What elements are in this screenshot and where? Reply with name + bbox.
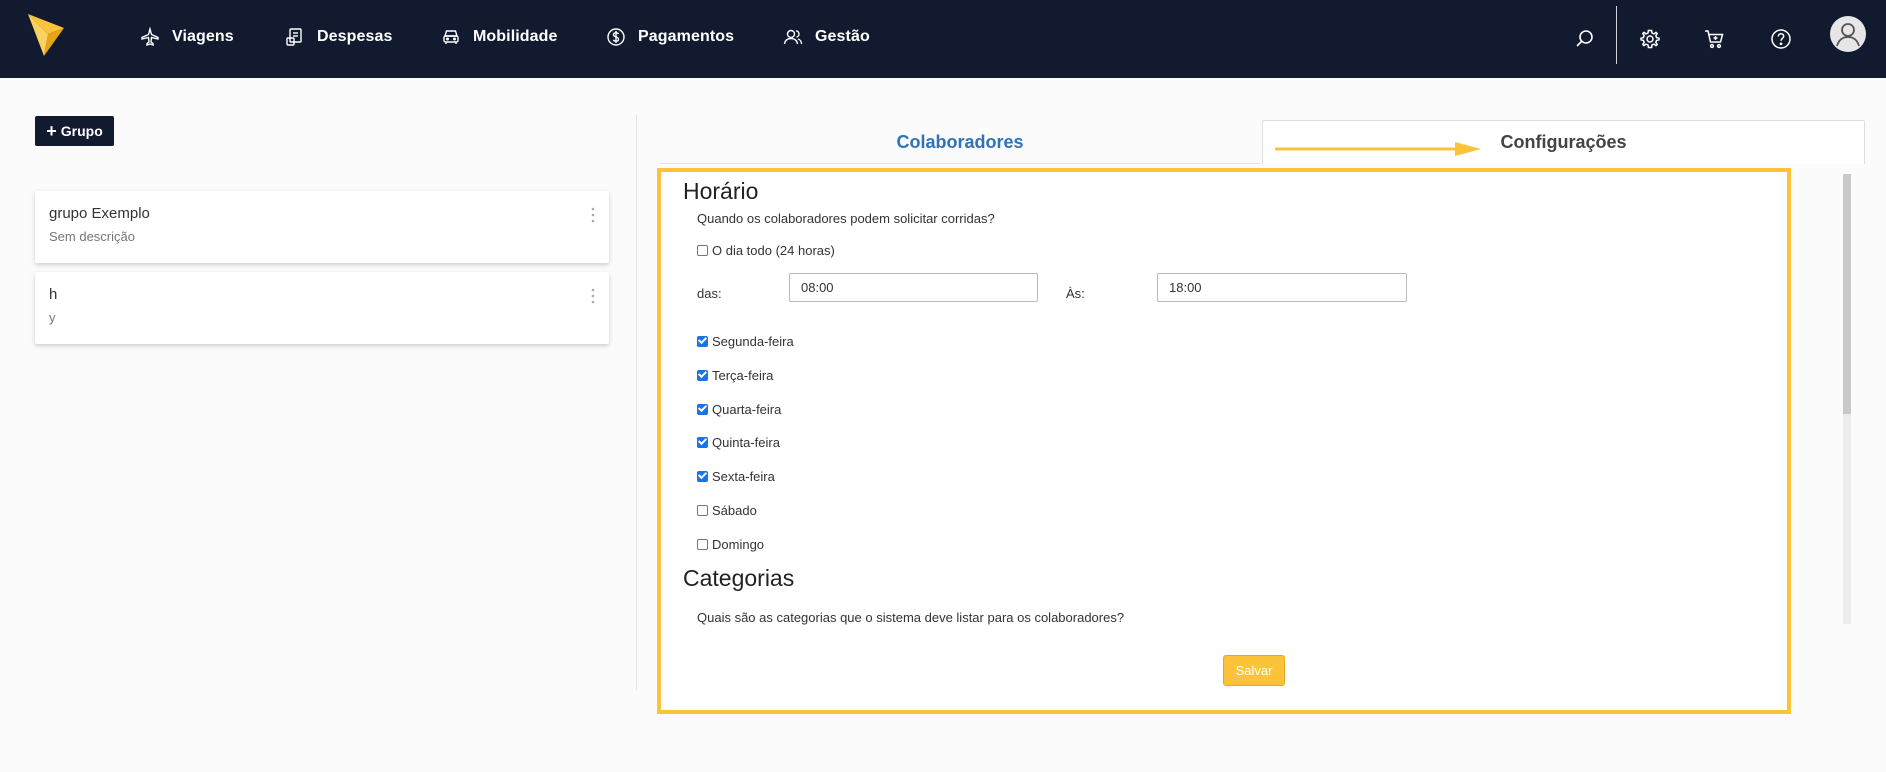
add-group-label: Grupo [60,123,103,139]
horario-question: Quando os colaboradores podem solicitar … [697,211,995,226]
day-label: Sexta-feira [712,468,775,484]
day-checkbox-row[interactable]: Domingo [697,535,764,553]
column-divider [636,115,637,690]
day-checkbox-row[interactable]: Quarta-feira [697,400,781,418]
airplane-icon [141,27,159,46]
all-day-checkbox-row[interactable]: O dia todo (24 horas) [697,241,835,259]
cart-icon [1705,30,1724,49]
all-day-label: O dia todo (24 horas) [712,242,835,258]
to-label: Às: [1066,286,1085,301]
day-label: Domingo [712,536,765,552]
cart-button[interactable] [1701,0,1727,78]
day-label: Quarta-feira [712,401,782,417]
all-day-checkbox[interactable] [697,244,708,256]
nav-item-label: Pagamentos [638,28,735,45]
search-button[interactable] [1572,0,1598,78]
checkbox-sabado[interactable] [697,504,708,516]
day-checkbox-row[interactable]: Terça-feira [697,366,773,384]
group-title: h [49,286,58,303]
checkbox-quinta[interactable] [697,436,708,448]
nav-item-label: Gestão [815,28,870,45]
nav-item-label: Viagens [172,28,234,45]
navbar-divider [1616,6,1617,64]
day-label: Terça-feira [712,367,774,383]
group-title: grupo Exemplo [49,205,150,222]
add-group-button[interactable]: + Grupo [35,116,114,146]
help-button[interactable] [1768,0,1794,78]
nav-item-mobilidade[interactable]: Mobilidade [441,22,558,52]
nav-item-label: Despesas [317,28,393,45]
group-description: Sem descrição [49,229,135,244]
plus-icon: + [46,121,57,141]
to-time-input[interactable]: 18:00 [1157,273,1407,302]
from-label: das: [697,286,722,301]
section-title-horario: Horário [683,178,759,204]
nav-item-label: Mobilidade [473,28,558,45]
receipt-icon [286,28,302,46]
brand-logo[interactable] [28,14,64,56]
users-icon [783,29,803,45]
section-title-categorias: Categorias [683,565,795,591]
checkbox-segunda[interactable] [697,335,708,347]
kebab-menu-icon[interactable] [591,288,595,304]
annotation-arrow [1275,142,1481,156]
nav-item-gestao[interactable]: Gestão [783,22,870,52]
day-label: Quinta-feira [712,434,780,450]
group-description: y [49,310,56,325]
save-button[interactable]: Salvar [1223,655,1285,686]
from-time-input[interactable]: 08:00 [789,273,1038,302]
tab-underline [660,163,1260,164]
group-card[interactable]: grupo Exemplo Sem descrição [35,191,609,263]
day-checkbox-row[interactable]: Segunda-feira [697,332,794,350]
nav-item-viagens[interactable]: Viagens [140,22,234,52]
day-checkbox-row[interactable]: Sábado [697,501,757,519]
day-checkbox-row[interactable]: Sexta-feira [697,467,775,485]
checkbox-quarta[interactable] [697,403,708,415]
day-checkbox-row[interactable]: Quinta-feira [697,433,780,451]
scrollbar-thumb[interactable] [1843,174,1851,414]
user-avatar-icon [1831,17,1865,51]
group-card[interactable]: h y [35,272,609,344]
nav-item-despesas[interactable]: Despesas [285,22,393,52]
day-label: Segunda-feira [712,333,794,349]
search-icon [1576,30,1593,47]
day-label: Sábado [712,502,757,518]
dollar-icon [607,28,625,46]
gear-icon [1640,29,1660,49]
tab-colaboradores[interactable]: Colaboradores [660,120,1260,164]
checkbox-domingo[interactable] [697,538,708,550]
avatar[interactable] [1830,16,1866,52]
settings-button[interactable] [1637,0,1663,78]
kebab-menu-icon[interactable] [591,207,595,223]
car-icon [443,30,459,44]
help-icon [1771,29,1791,49]
top-navbar: Viagens Despesas Mobilidade Pagamentos G… [0,0,1886,78]
checkbox-sexta[interactable] [697,470,708,482]
categorias-question: Quais são as categorias que o sistema de… [697,610,1125,625]
checkbox-terca[interactable] [697,369,708,381]
nav-item-pagamentos[interactable]: Pagamentos [606,22,734,52]
